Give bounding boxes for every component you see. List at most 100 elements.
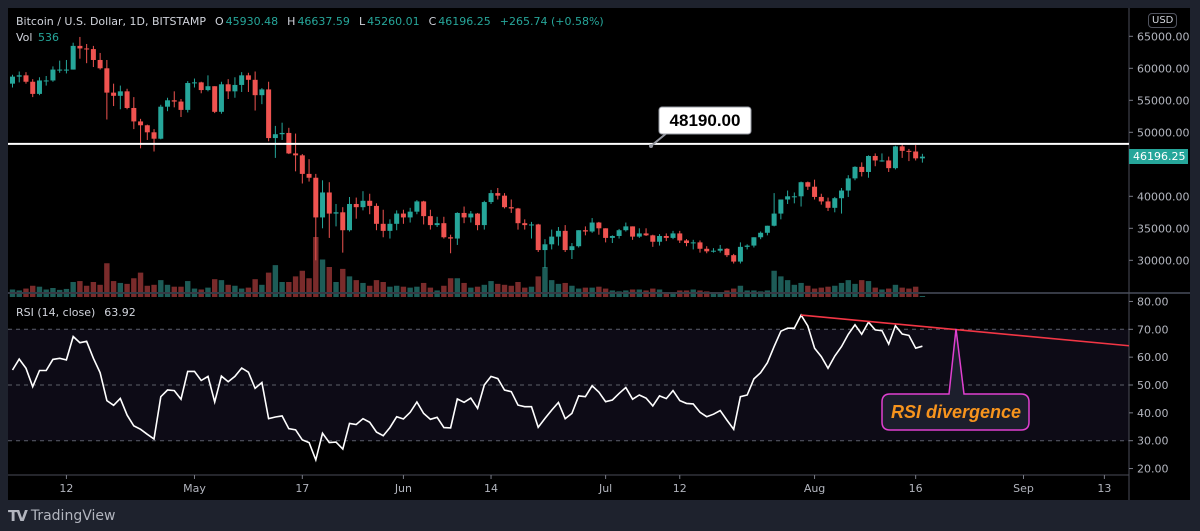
rsi-tick-label: 70.00 [1137,323,1169,336]
volume-bar [225,284,231,297]
candle-body [919,156,925,159]
candle-body [744,245,750,247]
rsi-label: RSI (14, close) [16,306,96,319]
candle-body [245,75,251,80]
candle-body [650,235,656,242]
candle-body [191,82,197,84]
candle[interactable] [124,88,130,110]
volume-bar [488,281,494,297]
close-value: 46196.25 [438,15,491,28]
volume-bar [306,278,312,297]
volume-label: Vol [16,31,33,44]
candle-body [117,91,123,96]
candle-body [724,248,730,256]
volume-bar [218,280,225,297]
rsi-tick-label: 50.00 [1137,379,1169,392]
rsi-tick-label: 30.00 [1137,435,1169,448]
time-tick-label: 13 [1097,482,1111,495]
candle[interactable] [212,86,218,114]
volume-value: 536 [37,31,59,44]
last-price-label: 46196.25 [1129,149,1188,164]
candle[interactable] [576,230,582,248]
candle-body [751,237,757,246]
candle-body [549,236,555,245]
currency-button[interactable]: USD [1148,13,1178,28]
tradingview-logo[interactable]: TV TradingView [8,507,115,525]
candle-body [373,205,379,224]
rsi-tick-label: 80.00 [1137,295,1169,308]
candle-body [239,75,245,85]
candle-body [400,213,406,218]
candle-body [313,177,319,218]
candle-body [798,182,804,197]
volume-bar [845,280,851,297]
candle[interactable] [158,104,164,140]
candle-body [764,225,770,233]
candle-body [259,89,265,96]
callout-text: 48190.00 [670,111,741,130]
candle-body [225,84,231,92]
candle-body [367,200,373,206]
candle-body [805,182,811,187]
candle[interactable] [852,166,858,181]
volume-bar [461,282,467,297]
price-tick-label: 40000.00 [1137,190,1190,203]
volume-bar [353,280,359,297]
rsi-value: 63.92 [104,306,136,319]
candle[interactable] [266,81,272,142]
rsi-legend[interactable]: RSI (14, close) 63.92 [16,306,138,319]
volume-legend[interactable]: Vol 536 [16,31,61,44]
candle-body [569,246,575,251]
price-tick-label: 55000.00 [1137,94,1190,107]
change-value: +265.74 (+0.58%) [499,15,604,28]
volume-bar [508,285,514,297]
candle[interactable] [218,81,224,114]
volume-bar [124,283,130,297]
volume-bar [252,279,258,297]
candle-body [771,213,777,226]
candle-body [427,216,433,226]
volume-bar [420,282,427,297]
symbol-legend[interactable]: Bitcoin / U.S. Dollar, 1D, BITSTAMP O 459… [16,15,606,28]
candle-body [818,196,824,202]
volume-bar [77,281,83,297]
candle-body [347,203,352,231]
volume-bar [286,282,292,297]
candle-body [623,226,629,231]
time-tick-label: 16 [909,482,923,495]
candle-body [825,201,831,208]
candle-body [232,84,238,92]
candle-body [865,155,871,172]
candle-body [77,45,83,49]
volume-bar [441,285,447,297]
candle-body [448,237,454,239]
volume-bar [549,280,555,297]
time-tick-label: 14 [484,482,498,495]
candle[interactable] [892,145,898,170]
chart-canvas[interactable]: 65000.00 60000.00 55000.00 50000.00 40000.00… [0,0,1200,531]
volume-bar [151,284,157,297]
candle[interactable] [70,42,76,70]
candle-body [684,240,689,244]
candle[interactable] [535,223,541,252]
volume-bar [737,285,744,297]
candle-body [515,208,521,224]
volume-bar [158,280,164,297]
candle-body [50,69,56,81]
time-tick-label: Sep [1013,482,1034,495]
candle-body [165,100,171,107]
rsi-tick-label: 20.00 [1137,463,1169,476]
candle-body [603,228,609,238]
price-tick-label: 35000.00 [1137,222,1190,235]
candle-body [131,107,137,122]
candle[interactable] [185,81,191,113]
volume-bar [474,286,481,297]
volume-bar [400,286,407,297]
candle-body [124,91,130,108]
candle-body [886,160,892,169]
time-tick-label: Jun [394,482,412,495]
candle-body [198,82,204,91]
volume-bar [97,284,103,297]
volume-bar [367,285,373,297]
candle-body [717,248,723,251]
